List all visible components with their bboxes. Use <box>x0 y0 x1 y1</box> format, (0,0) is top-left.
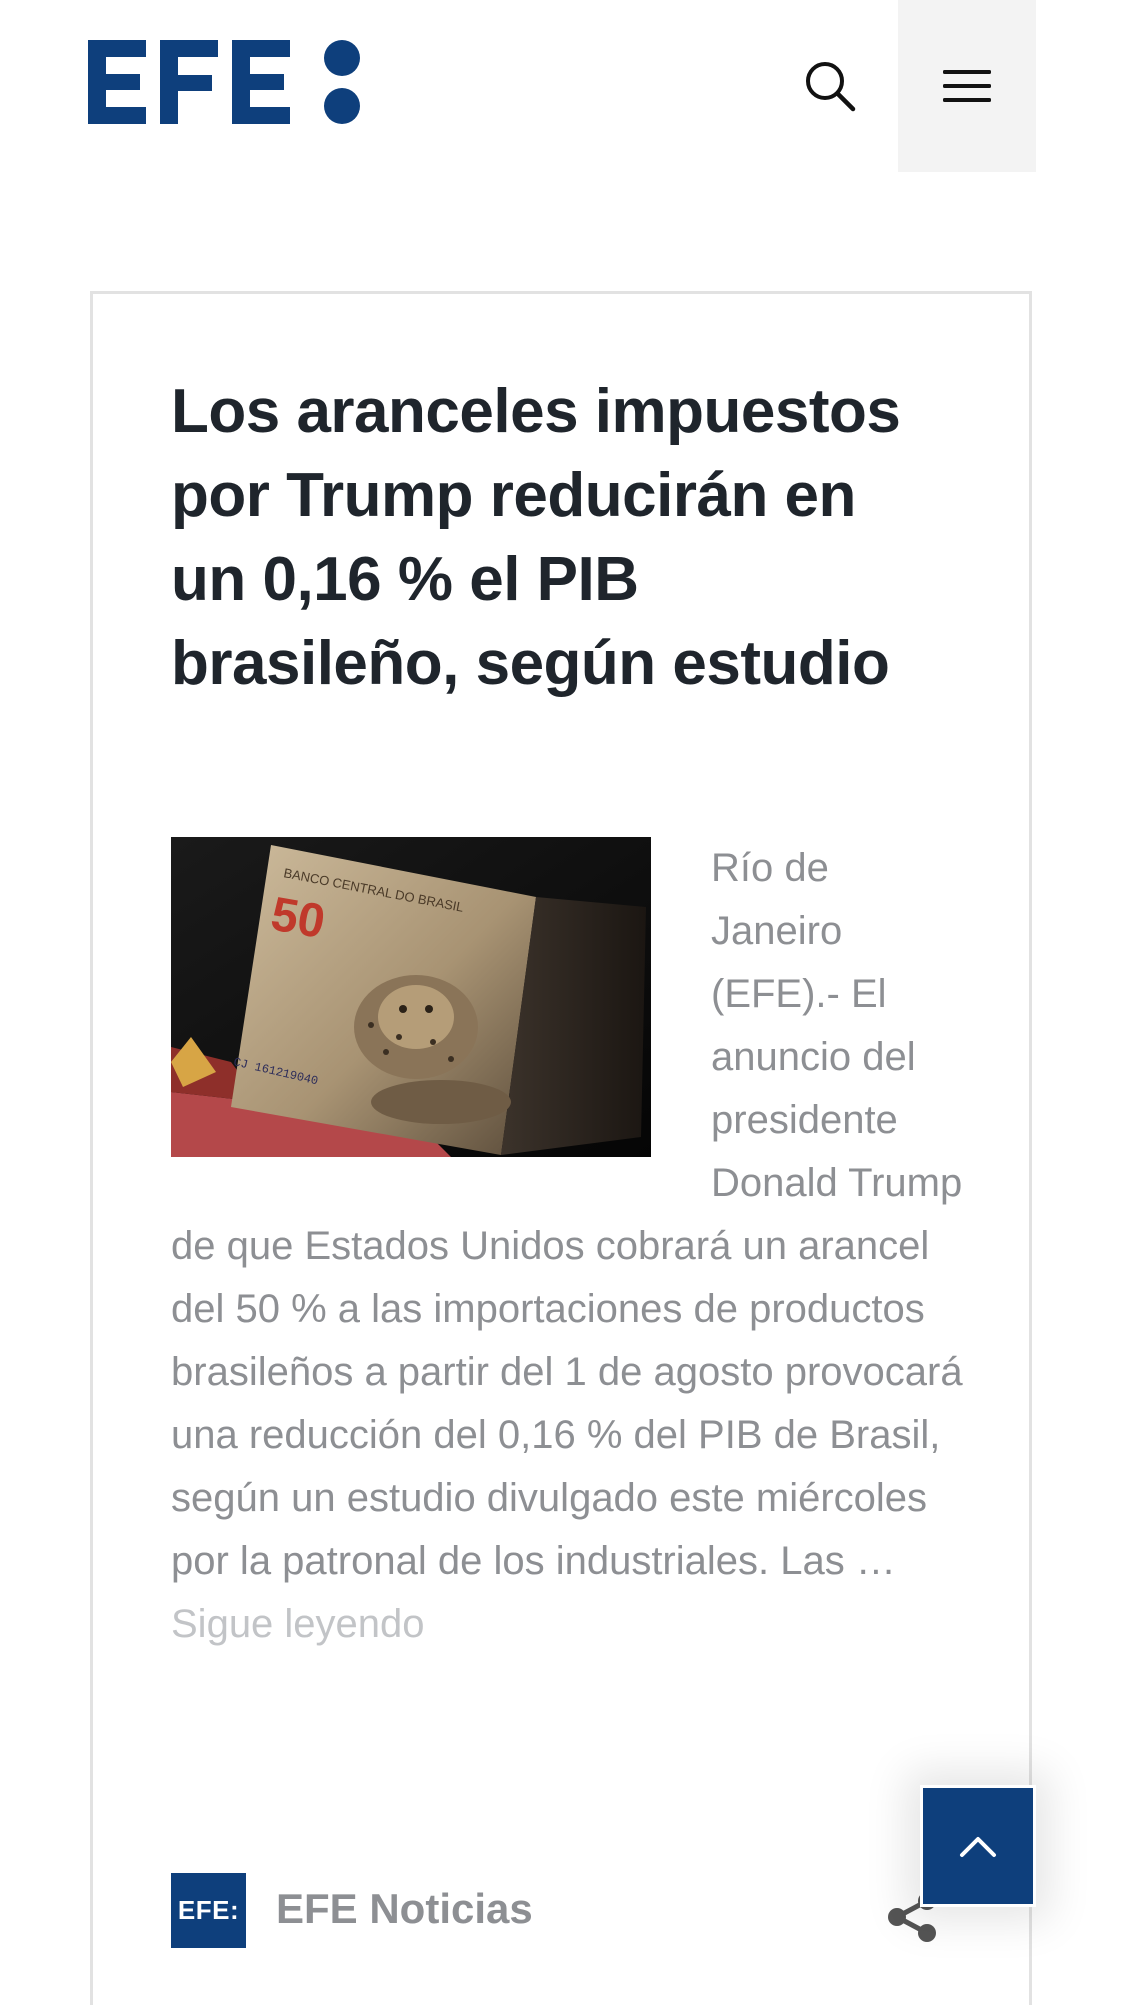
article-thumbnail[interactable]: 50 BANCO CENTRAL DO BRASIL CJ 161219040 <box>171 837 651 1157</box>
page: Los aranceles impuestos por Trump reduci… <box>0 0 1125 2005</box>
search-button[interactable] <box>782 38 878 134</box>
efe-logo[interactable] <box>88 36 363 128</box>
back-to-top-button[interactable] <box>920 1785 1036 1907</box>
author-name[interactable]: EFE Noticias <box>276 1879 533 1939</box>
site-header <box>0 0 1125 172</box>
article-body: 50 BANCO CENTRAL DO BRASIL CJ 161219040 … <box>171 837 971 1656</box>
article-headline[interactable]: Los aranceles impuestos por Trump reduci… <box>171 370 931 706</box>
menu-button[interactable] <box>898 0 1036 172</box>
read-more-link[interactable]: Sigue leyendo <box>171 1593 971 1656</box>
svg-text:50: 50 <box>267 888 329 949</box>
hamburger-menu-icon <box>943 70 991 102</box>
chevron-up-icon <box>960 1837 996 1857</box>
author-logo-text: EFE: <box>177 1895 240 1925</box>
search-icon <box>806 62 856 112</box>
author-logo[interactable]: EFE: <box>171 1873 246 1948</box>
article-card: Los aranceles impuestos por Trump reduci… <box>90 291 1032 2005</box>
efe-logo-graphic <box>88 40 360 124</box>
